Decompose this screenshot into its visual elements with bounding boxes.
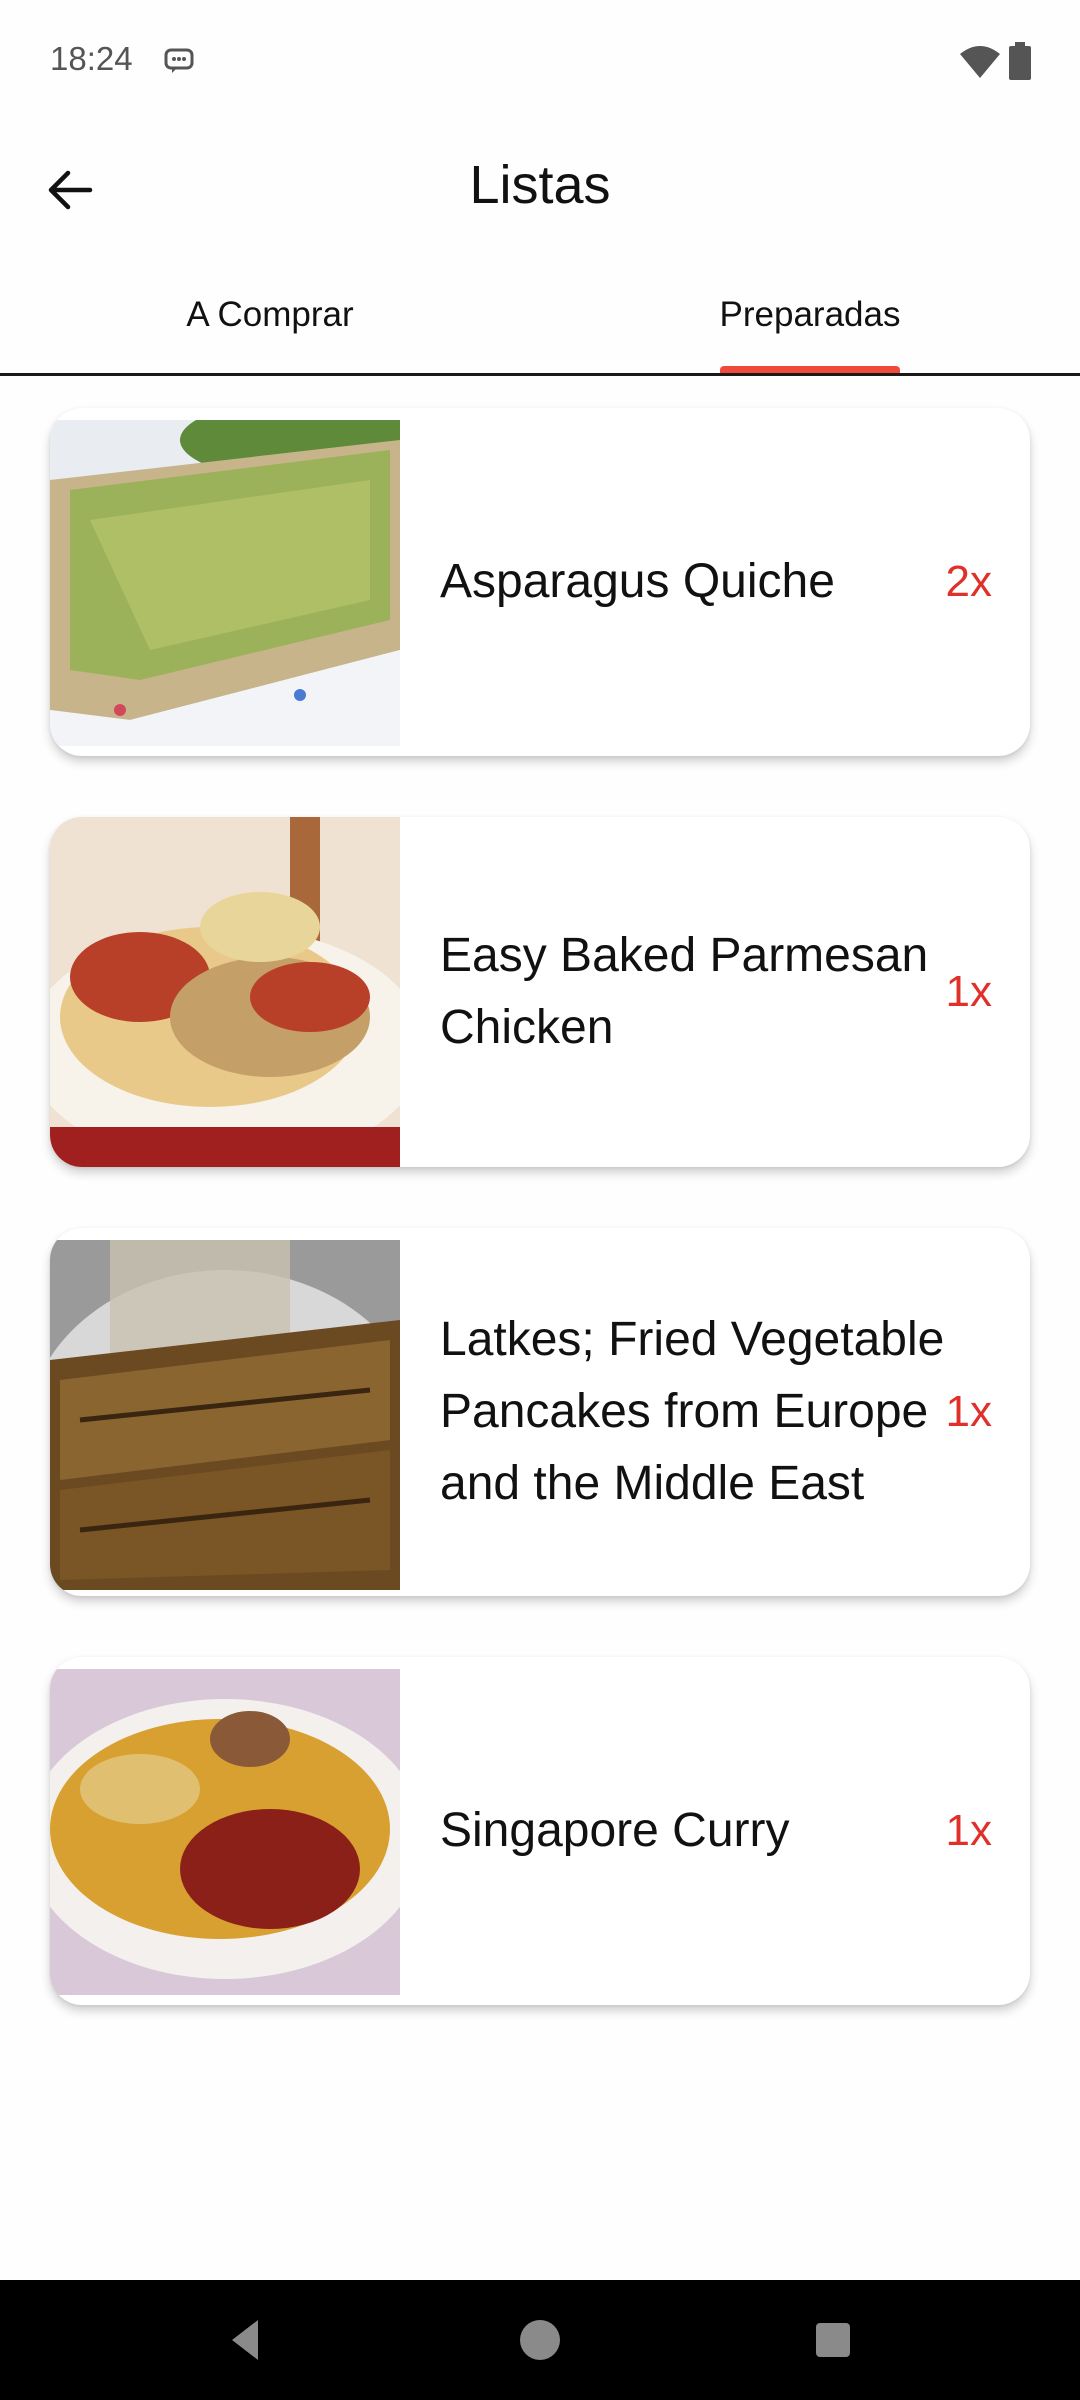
quiche-photo [50, 420, 400, 746]
recipe-card[interactable]: Easy Baked Parmesan Chicken 1x [50, 817, 1030, 1167]
app-bar: Listas [0, 126, 1080, 256]
message-notification-icon [164, 48, 194, 73]
recipe-count: 1x [945, 1387, 992, 1436]
recipe-title: Latkes; Fried Vegetable Pancakes from Eu… [440, 1313, 945, 1510]
home-circle-icon[interactable] [510, 2310, 570, 2370]
latkes-photo [50, 1240, 400, 1590]
recipe-card[interactable]: Singapore Curry 1x [50, 1657, 1030, 2005]
tab-preparadas[interactable]: Preparadas [540, 256, 1080, 373]
wifi-icon [960, 46, 1000, 78]
recipe-title: Easy Baked Parmesan Chicken [440, 929, 929, 1054]
selected-tab-indicator [720, 366, 900, 373]
singapore-curry-photo [50, 1669, 400, 1995]
page-title: Listas [469, 155, 611, 215]
recipe-card[interactable]: Latkes; Fried Vegetable Pancakes from Eu… [50, 1228, 1030, 1596]
recipe-count: 2x [945, 557, 992, 606]
back-triangle-icon[interactable] [216, 2310, 276, 2370]
tab-bar: A Comprar Preparadas [0, 256, 1080, 376]
battery-icon [1009, 42, 1031, 80]
recipe-count: 1x [945, 967, 992, 1016]
status-bar: 18:24 [0, 0, 1080, 126]
recents-square-icon[interactable] [803, 2310, 863, 2370]
recipe-count: 1x [945, 1806, 992, 1855]
recipe-card[interactable]: Asparagus Quiche 2x [50, 408, 1030, 756]
status-time: 18:24 [50, 40, 133, 77]
parmesan-chicken-photo [50, 817, 400, 1167]
recipe-title: Singapore Curry [440, 1804, 790, 1857]
tab-a-comprar[interactable]: A Comprar [0, 256, 540, 373]
recipe-title: Asparagus Quiche [440, 555, 835, 608]
system-navigation-bar [0, 2280, 1080, 2400]
